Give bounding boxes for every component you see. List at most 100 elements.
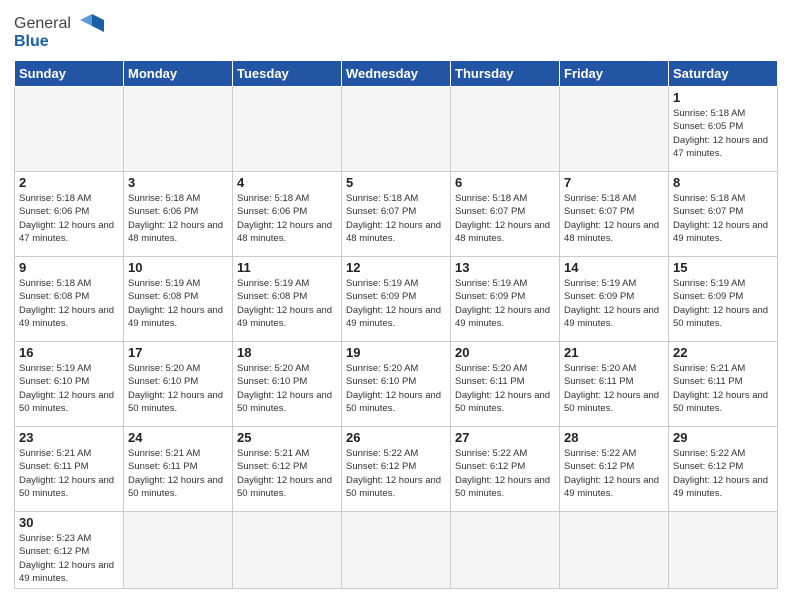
day-info: Sunrise: 5:18 AMSunset: 6:08 PMDaylight:… <box>19 277 119 330</box>
day-info: Sunrise: 5:20 AMSunset: 6:11 PMDaylight:… <box>564 362 664 415</box>
calendar-cell: 30Sunrise: 5:23 AMSunset: 6:12 PMDayligh… <box>15 512 124 589</box>
day-number: 20 <box>455 345 555 360</box>
calendar-cell: 13 Sunrise: 5:19 AMSunset: 6:09 PMDayligh… <box>451 257 560 342</box>
weekday-header-tuesday: Tuesday <box>233 61 342 87</box>
calendar-cell: 1 Sunrise: 5:18 AMSunset: 6:05 PMDaylight… <box>669 87 778 172</box>
page: General Blue SundayMondayTuesdayWednesda… <box>0 0 792 603</box>
calendar-cell: 24Sunrise: 5:21 AMSunset: 6:11 PMDayligh… <box>124 427 233 512</box>
calendar-cell: 2Sunrise: 5:18 AMSunset: 6:06 PMDaylight… <box>15 172 124 257</box>
day-number: 13 <box>455 260 555 275</box>
day-info: Sunrise: 5:18 AMSunset: 6:06 PMDaylight:… <box>19 192 119 245</box>
calendar-cell: 4 Sunrise: 5:18 AMSunset: 6:06 PMDaylight… <box>233 172 342 257</box>
day-number: 11 <box>237 260 337 275</box>
day-info: Sunrise: 5:19 AMSunset: 6:10 PMDaylight:… <box>19 362 119 415</box>
day-info: Sunrise: 5:19 AMSunset: 6:09 PMDaylight:… <box>564 277 664 330</box>
day-number: 4 <box>237 175 337 190</box>
day-number: 10 <box>128 260 228 275</box>
day-number: 9 <box>19 260 119 275</box>
calendar-table: SundayMondayTuesdayWednesdayThursdayFrid… <box>14 60 778 589</box>
day-info: Sunrise: 5:20 AMSunset: 6:10 PMDaylight:… <box>128 362 228 415</box>
day-info: Sunrise: 5:20 AMSunset: 6:10 PMDaylight:… <box>346 362 446 415</box>
day-info: Sunrise: 5:18 AMSunset: 6:07 PMDaylight:… <box>564 192 664 245</box>
day-info: Sunrise: 5:20 AMSunset: 6:10 PMDaylight:… <box>237 362 337 415</box>
calendar-week-1: 1 Sunrise: 5:18 AMSunset: 6:05 PMDaylight… <box>15 87 778 172</box>
day-number: 23 <box>19 430 119 445</box>
calendar-cell: 10 Sunrise: 5:19 AMSunset: 6:08 PMDayligh… <box>124 257 233 342</box>
calendar-cell <box>342 512 451 589</box>
calendar-cell: 23 Sunrise: 5:21 AMSunset: 6:11 PMDayligh… <box>15 427 124 512</box>
calendar-cell: 7 Sunrise: 5:18 AMSunset: 6:07 PMDaylight… <box>560 172 669 257</box>
calendar-cell: 27 Sunrise: 5:22 AMSunset: 6:12 PMDayligh… <box>451 427 560 512</box>
calendar-cell: 26Sunrise: 5:22 AMSunset: 6:12 PMDayligh… <box>342 427 451 512</box>
day-number: 8 <box>673 175 773 190</box>
calendar-cell: 17Sunrise: 5:20 AMSunset: 6:10 PMDayligh… <box>124 342 233 427</box>
calendar-body: 1 Sunrise: 5:18 AMSunset: 6:05 PMDaylight… <box>15 87 778 589</box>
calendar-cell: 16Sunrise: 5:19 AMSunset: 6:10 PMDayligh… <box>15 342 124 427</box>
calendar-cell <box>233 512 342 589</box>
day-info: Sunrise: 5:19 AMSunset: 6:08 PMDaylight:… <box>128 277 228 330</box>
day-info: Sunrise: 5:21 AMSunset: 6:11 PMDaylight:… <box>673 362 773 415</box>
day-number: 24 <box>128 430 228 445</box>
calendar-week-3: 9 Sunrise: 5:18 AMSunset: 6:08 PMDaylight… <box>15 257 778 342</box>
weekday-header-wednesday: Wednesday <box>342 61 451 87</box>
day-info: Sunrise: 5:22 AMSunset: 6:12 PMDaylight:… <box>346 447 446 500</box>
day-info: Sunrise: 5:23 AMSunset: 6:12 PMDaylight:… <box>19 532 119 585</box>
calendar-cell: 5 Sunrise: 5:18 AMSunset: 6:07 PMDaylight… <box>342 172 451 257</box>
day-number: 22 <box>673 345 773 360</box>
calendar-cell <box>342 87 451 172</box>
day-number: 27 <box>455 430 555 445</box>
day-info: Sunrise: 5:18 AMSunset: 6:07 PMDaylight:… <box>346 192 446 245</box>
weekday-header-friday: Friday <box>560 61 669 87</box>
calendar-cell: 12 Sunrise: 5:19 AMSunset: 6:09 PMDayligh… <box>342 257 451 342</box>
day-number: 12 <box>346 260 446 275</box>
calendar-cell: 15Sunrise: 5:19 AMSunset: 6:09 PMDayligh… <box>669 257 778 342</box>
day-info: Sunrise: 5:21 AMSunset: 6:12 PMDaylight:… <box>237 447 337 500</box>
day-number: 7 <box>564 175 664 190</box>
day-info: Sunrise: 5:18 AMSunset: 6:07 PMDaylight:… <box>455 192 555 245</box>
calendar-cell: 3 Sunrise: 5:18 AMSunset: 6:06 PMDaylight… <box>124 172 233 257</box>
weekday-header-saturday: Saturday <box>669 61 778 87</box>
day-info: Sunrise: 5:18 AMSunset: 6:05 PMDaylight:… <box>673 107 773 160</box>
day-number: 19 <box>346 345 446 360</box>
day-number: 21 <box>564 345 664 360</box>
weekday-header-thursday: Thursday <box>451 61 560 87</box>
weekday-header-sunday: Sunday <box>15 61 124 87</box>
calendar-cell: 25Sunrise: 5:21 AMSunset: 6:12 PMDayligh… <box>233 427 342 512</box>
calendar-cell <box>560 512 669 589</box>
day-info: Sunrise: 5:22 AMSunset: 6:12 PMDaylight:… <box>673 447 773 500</box>
day-info: Sunrise: 5:19 AMSunset: 6:09 PMDaylight:… <box>455 277 555 330</box>
calendar-cell <box>15 87 124 172</box>
generalblue-logo-svg: General Blue <box>14 10 104 52</box>
day-info: Sunrise: 5:19 AMSunset: 6:08 PMDaylight:… <box>237 277 337 330</box>
weekday-header-monday: Monday <box>124 61 233 87</box>
weekday-header-row: SundayMondayTuesdayWednesdayThursdayFrid… <box>15 61 778 87</box>
day-number: 29 <box>673 430 773 445</box>
day-info: Sunrise: 5:22 AMSunset: 6:12 PMDaylight:… <box>455 447 555 500</box>
calendar-cell: 18Sunrise: 5:20 AMSunset: 6:10 PMDayligh… <box>233 342 342 427</box>
day-info: Sunrise: 5:18 AMSunset: 6:06 PMDaylight:… <box>128 192 228 245</box>
calendar-cell: 19 Sunrise: 5:20 AMSunset: 6:10 PMDayligh… <box>342 342 451 427</box>
day-info: Sunrise: 5:19 AMSunset: 6:09 PMDaylight:… <box>346 277 446 330</box>
calendar-cell <box>451 512 560 589</box>
calendar-week-2: 2Sunrise: 5:18 AMSunset: 6:06 PMDaylight… <box>15 172 778 257</box>
day-info: Sunrise: 5:18 AMSunset: 6:06 PMDaylight:… <box>237 192 337 245</box>
calendar-cell: 8 Sunrise: 5:18 AMSunset: 6:07 PMDaylight… <box>669 172 778 257</box>
day-info: Sunrise: 5:18 AMSunset: 6:07 PMDaylight:… <box>673 192 773 245</box>
calendar-cell: 9 Sunrise: 5:18 AMSunset: 6:08 PMDaylight… <box>15 257 124 342</box>
calendar-cell <box>124 87 233 172</box>
calendar-week-6: 30Sunrise: 5:23 AMSunset: 6:12 PMDayligh… <box>15 512 778 589</box>
calendar-cell <box>233 87 342 172</box>
logo: General Blue <box>14 10 104 52</box>
calendar-cell: 6Sunrise: 5:18 AMSunset: 6:07 PMDaylight… <box>451 172 560 257</box>
day-number: 1 <box>673 90 773 105</box>
day-number: 3 <box>128 175 228 190</box>
calendar-cell: 20 Sunrise: 5:20 AMSunset: 6:11 PMDayligh… <box>451 342 560 427</box>
day-number: 28 <box>564 430 664 445</box>
svg-text:Blue: Blue <box>14 33 49 50</box>
calendar-cell: 11 Sunrise: 5:19 AMSunset: 6:08 PMDayligh… <box>233 257 342 342</box>
day-info: Sunrise: 5:21 AMSunset: 6:11 PMDaylight:… <box>19 447 119 500</box>
day-info: Sunrise: 5:20 AMSunset: 6:11 PMDaylight:… <box>455 362 555 415</box>
day-number: 15 <box>673 260 773 275</box>
day-number: 5 <box>346 175 446 190</box>
header: General Blue <box>14 10 778 52</box>
